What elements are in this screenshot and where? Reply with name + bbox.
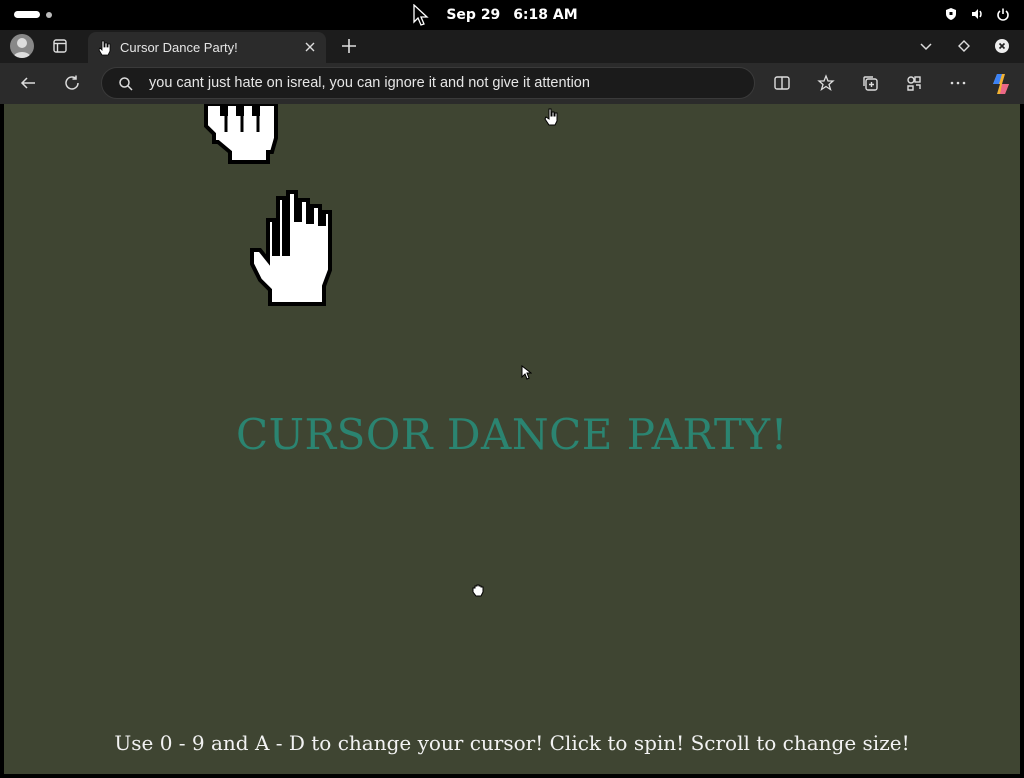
copilot-icon[interactable] — [989, 72, 1013, 96]
collections-icon[interactable] — [861, 74, 879, 92]
hand-cursor-icon — [204, 104, 278, 164]
mouse-pointer-icon — [413, 4, 429, 26]
system-tray[interactable] — [944, 7, 1010, 21]
close-window-icon[interactable] — [994, 38, 1010, 54]
tab-cursor-dance-party[interactable]: Cursor Dance Party! — [88, 32, 326, 63]
tab-title: Cursor Dance Party! — [120, 40, 238, 55]
power-icon[interactable] — [996, 7, 1010, 21]
chevron-down-icon[interactable] — [918, 38, 934, 54]
clock-date: Sep 29 — [446, 7, 501, 23]
new-tab-icon[interactable] — [340, 37, 358, 55]
small-hand-cursor-icon — [544, 108, 558, 126]
browser-toolbar: you cant just hate on isreal, you can ig… — [0, 63, 1024, 104]
volume-icon[interactable] — [970, 7, 984, 21]
close-tab-icon[interactable] — [302, 39, 318, 55]
split-screen-icon[interactable] — [773, 74, 791, 92]
tab-strip: Cursor Dance Party! — [0, 30, 1024, 63]
more-options-icon[interactable] — [949, 74, 967, 92]
system-top-bar: Sep 29 6:18 AM — [0, 0, 1024, 30]
window-controls — [918, 38, 1010, 54]
clock-time: 6:18 AM — [513, 7, 578, 23]
diamond-icon[interactable] — [956, 38, 972, 54]
grab-hand-cursor-icon — [472, 584, 484, 597]
toolbar-actions — [773, 74, 967, 92]
favorites-icon[interactable] — [817, 74, 835, 92]
back-arrow-icon[interactable] — [19, 74, 37, 92]
instructions-text: Use 0 - 9 and A - D to change your curso… — [114, 731, 910, 755]
address-bar[interactable]: you cant just hate on isreal, you can ig… — [101, 67, 755, 99]
extensions-icon[interactable] — [905, 74, 923, 92]
search-icon — [119, 77, 133, 91]
hand-cursor-icon — [250, 190, 332, 306]
arrow-cursor-icon — [521, 365, 532, 380]
profile-avatar[interactable] — [10, 34, 34, 58]
page-title: CURSOR DANCE PARTY! — [236, 410, 788, 459]
web-page[interactable]: CURSOR DANCE PARTY! Use 0 - 9 and A - D … — [4, 104, 1020, 774]
refresh-icon[interactable] — [63, 74, 81, 92]
system-clock[interactable]: Sep 29 6:18 AM — [0, 7, 1024, 23]
tab-actions-icon[interactable] — [52, 38, 68, 54]
hand-cursor-favicon-icon — [98, 40, 111, 56]
shield-icon[interactable] — [944, 7, 958, 21]
address-bar-text[interactable]: you cant just hate on isreal, you can ig… — [149, 75, 590, 91]
